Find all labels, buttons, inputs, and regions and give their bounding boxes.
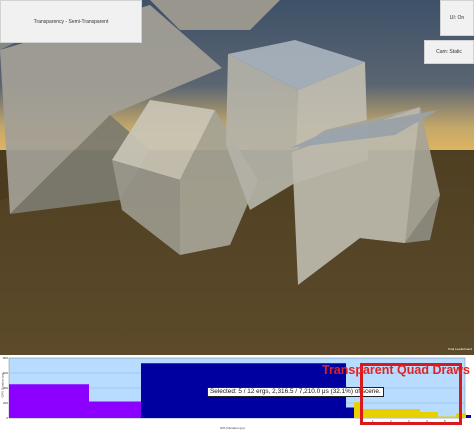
scene-corner-label: Total Leaderboard [447, 347, 472, 351]
ui-toggle-button[interactable]: UI: On [440, 0, 474, 36]
chart-bar-2[interactable] [89, 401, 141, 419]
selection-tooltip: Selected: 5 / 12 ergs, 2,316.5 / 7,210.0… [207, 387, 384, 397]
chart-bar-12[interactable] [466, 415, 471, 418]
3d-viewport[interactable]: Transparency - Semi-Transparent UI: On C… [0, 0, 474, 355]
transparent-quad-annotation: Transparent Quad Draws [322, 363, 470, 377]
chart-bar-1[interactable] [9, 384, 89, 418]
chart-bar-5[interactable] [346, 407, 354, 419]
camera-mode-button[interactable]: Cam: Static [424, 40, 474, 64]
y-tick-label: 800 [3, 356, 8, 360]
y-tick-label: 200 [3, 401, 8, 405]
transparency-mode-button[interactable]: Transparency - Semi-Transparent [0, 0, 142, 43]
y-tick-label: 0 [6, 416, 8, 420]
x-axis-label: GPU Duration (μs) [220, 426, 245, 430]
y-axis-label: GPU Duration (μs) [0, 372, 5, 398]
scene-render [0, 0, 474, 355]
